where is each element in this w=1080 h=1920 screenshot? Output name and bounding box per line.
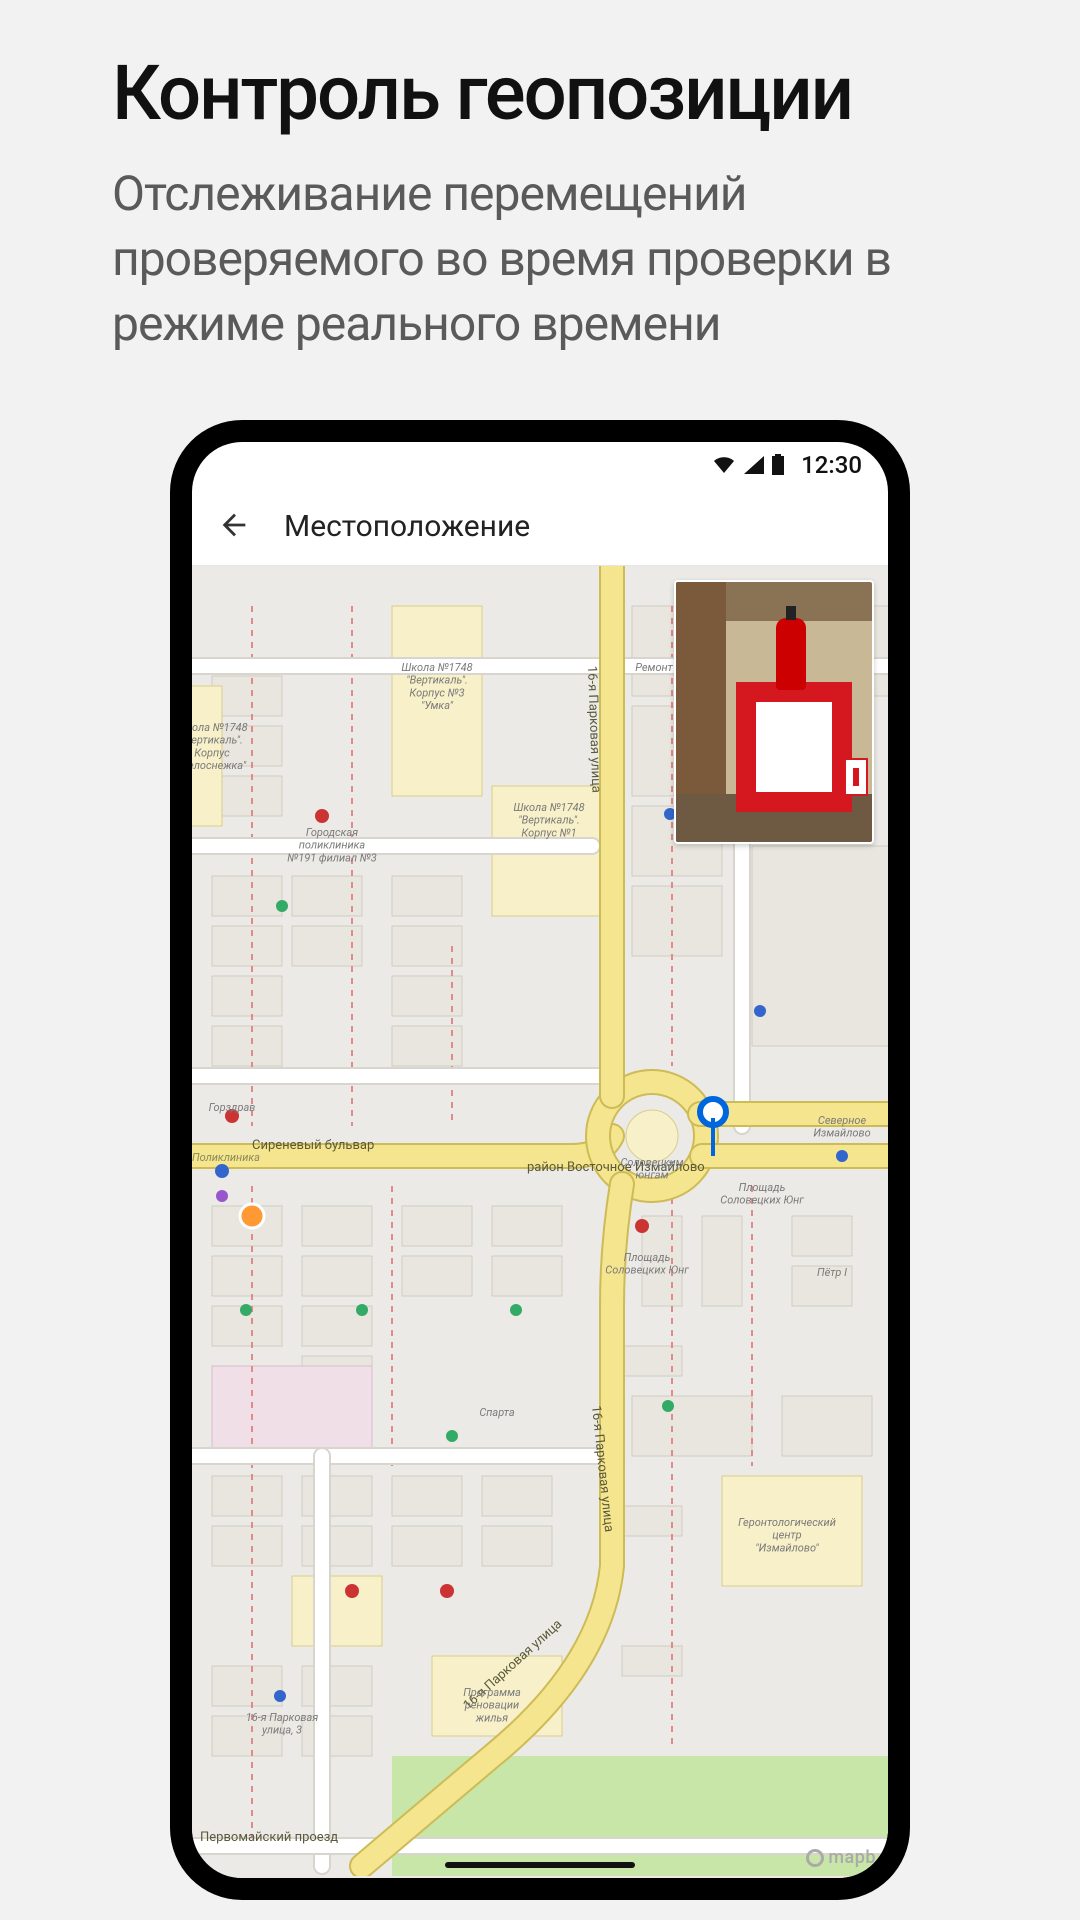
map-label-school-k1: Школа №1748"Вертикаль".Корпус №1 xyxy=(513,801,584,839)
map-label-street-main: Сиреневый бульвар xyxy=(252,1138,374,1153)
map-attribution: mapb xyxy=(806,1847,876,1868)
map-label-polyclinic: Поликлиника xyxy=(192,1151,260,1164)
back-button[interactable] xyxy=(212,505,256,549)
map-label-street-bottom: Первомайский проезд xyxy=(200,1830,338,1845)
screen-title: Местоположение xyxy=(284,509,530,544)
location-photo-thumbnail[interactable] xyxy=(674,580,874,844)
map-label-plsol: ПлощадьСоловецких Юнг xyxy=(720,1181,804,1207)
map-label-gorzdrav: Горздрав xyxy=(209,1101,256,1114)
phone-frame: 12:30 Местоположение xyxy=(170,420,910,1900)
arrow-left-icon xyxy=(217,508,251,545)
map-label-sparta: Спарта xyxy=(479,1406,515,1419)
map-label-street-vert4: 16-я Парковая улица xyxy=(584,666,603,794)
map-label-school-belosn: Школа №1748"Вертикаль".Корпус"Белоснежка… xyxy=(192,721,248,772)
wifi-icon xyxy=(711,455,737,475)
battery-icon xyxy=(771,454,785,476)
page-title: Контроль геопозиции xyxy=(0,0,1080,162)
map-label-petr1: Пётр I xyxy=(817,1266,847,1279)
mapbox-logo-icon xyxy=(806,1849,824,1867)
map-view[interactable]: Сиреневый бульвар район Восточное Измайл… xyxy=(192,566,888,1878)
home-indicator[interactable] xyxy=(445,1862,635,1868)
phone-screen: 12:30 Местоположение xyxy=(192,442,888,1878)
status-bar: 12:30 xyxy=(192,442,888,488)
page-subtitle: Отслеживание перемещений проверяемого во… xyxy=(0,162,1080,356)
app-bar: Местоположение xyxy=(192,488,888,566)
status-time: 12:30 xyxy=(801,451,862,479)
current-location-pin xyxy=(697,1096,729,1128)
cellular-icon xyxy=(743,455,765,475)
map-label-polyclinic191: Городскаяполиклиника№191 филиал №3 xyxy=(287,826,377,864)
map-label-sevizm: СеверноеИзмайлово xyxy=(813,1114,870,1140)
